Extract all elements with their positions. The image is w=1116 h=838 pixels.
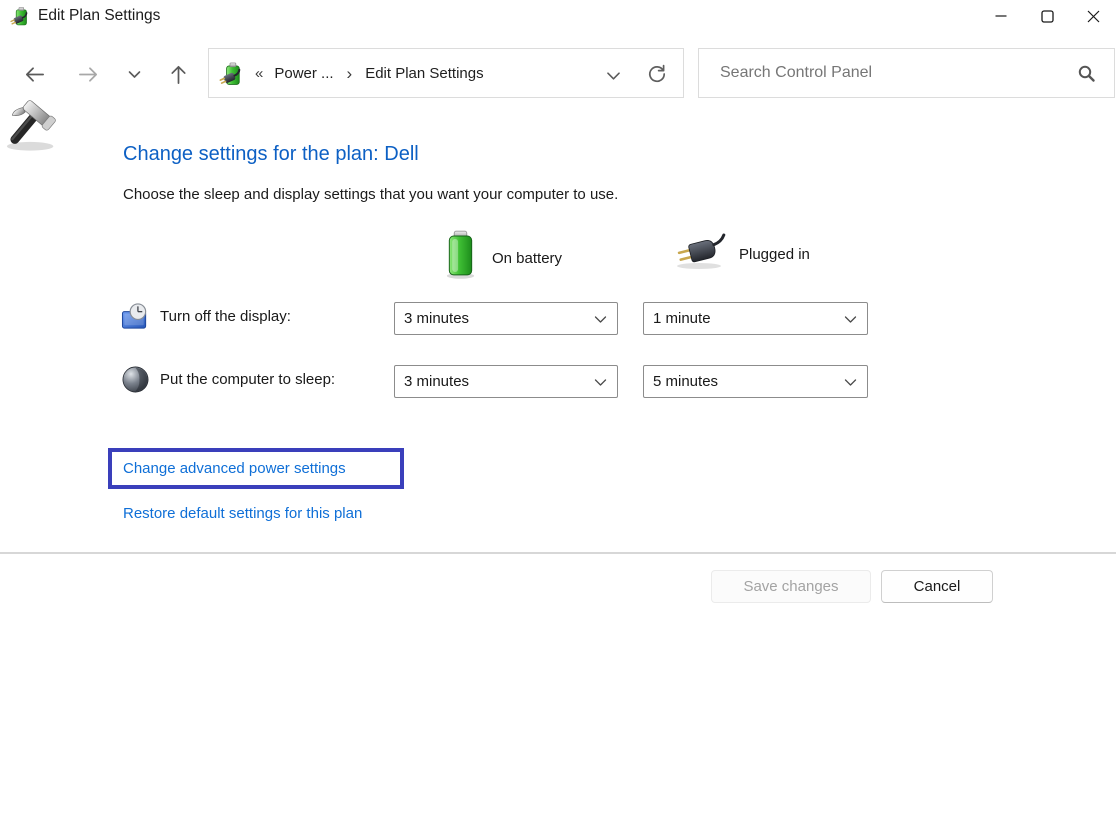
save-changes-button[interactable]: Save changes — [711, 570, 871, 603]
display-clock-icon — [121, 302, 150, 331]
close-button[interactable] — [1070, 0, 1116, 32]
back-button[interactable] — [14, 48, 54, 100]
sleep-on-battery-value: 3 minutes — [404, 373, 469, 390]
display-on-battery-value: 3 minutes — [404, 310, 469, 327]
minimize-button[interactable] — [978, 0, 1024, 32]
page-title: Change settings for the plan: Dell — [123, 143, 419, 166]
battery-icon — [443, 228, 478, 280]
address-dropdown-button[interactable] — [606, 68, 621, 85]
footer-divider — [0, 552, 1116, 554]
up-button[interactable] — [158, 48, 198, 100]
minimize-icon — [995, 10, 1007, 22]
window-title: Edit Plan Settings — [38, 0, 160, 32]
search-icon[interactable] — [1077, 64, 1096, 83]
row-label-computer-sleep: Put the computer to sleep: — [160, 371, 335, 388]
chevron-down-icon — [594, 315, 607, 324]
sleep-moon-icon — [121, 365, 150, 394]
on-battery-label: On battery — [492, 250, 562, 267]
search-input[interactable] — [699, 48, 1077, 98]
navigation-bar: « Power ... › Edit Plan Settings — [0, 48, 1116, 100]
display-on-battery-dropdown[interactable]: 3 minutes — [394, 302, 618, 335]
breadcrumb-separator-icon: › — [347, 65, 353, 82]
column-header-plugged-in: Plugged in — [672, 232, 810, 272]
window-controls — [978, 0, 1116, 32]
chevron-down-icon — [606, 71, 621, 81]
hammer-icon — [3, 95, 65, 153]
power-plan-location-icon — [219, 60, 246, 87]
display-plugged-in-dropdown[interactable]: 1 minute — [643, 302, 868, 335]
chevron-down-icon — [128, 70, 141, 79]
breadcrumb-overflow[interactable]: « — [255, 65, 263, 82]
plug-icon — [672, 232, 730, 272]
column-header-on-battery: On battery — [443, 228, 562, 280]
refresh-button[interactable] — [645, 62, 669, 90]
refresh-icon — [645, 62, 669, 86]
restore-default-settings-link[interactable]: Restore default settings for this plan — [123, 505, 362, 522]
chevron-down-icon — [594, 378, 607, 387]
maximize-icon — [1041, 10, 1054, 23]
maximize-button[interactable] — [1024, 0, 1070, 32]
forward-arrow-icon — [77, 63, 100, 86]
change-advanced-power-settings-link[interactable]: Change advanced power settings — [123, 460, 346, 477]
edit-plan-settings-window: Edit Plan Settings — [0, 0, 1116, 838]
highlight-box: Change advanced power settings — [108, 448, 404, 489]
forward-button[interactable] — [68, 48, 108, 100]
recent-locations-button[interactable] — [114, 48, 154, 100]
sleep-plugged-in-dropdown[interactable]: 5 minutes — [643, 365, 868, 398]
chevron-down-icon — [844, 315, 857, 324]
title-bar: Edit Plan Settings — [0, 0, 1116, 32]
page-subtitle: Choose the sleep and display settings th… — [123, 186, 618, 203]
up-arrow-icon — [167, 63, 190, 86]
cancel-button[interactable]: Cancel — [881, 570, 993, 603]
plugged-in-label: Plugged in — [739, 246, 810, 263]
display-plugged-in-value: 1 minute — [653, 310, 711, 327]
search-box — [698, 48, 1115, 98]
row-label-turn-off-display: Turn off the display: — [160, 308, 291, 325]
breadcrumb-parent[interactable]: Power ... — [274, 65, 333, 82]
power-plan-app-icon — [10, 5, 32, 27]
back-arrow-icon — [23, 63, 46, 86]
sleep-plugged-in-value: 5 minutes — [653, 373, 718, 390]
sleep-on-battery-dropdown[interactable]: 3 minutes — [394, 365, 618, 398]
address-bar: « Power ... › Edit Plan Settings — [208, 48, 684, 98]
close-icon — [1087, 10, 1100, 23]
breadcrumb-current[interactable]: Edit Plan Settings — [365, 65, 483, 82]
chevron-down-icon — [844, 378, 857, 387]
